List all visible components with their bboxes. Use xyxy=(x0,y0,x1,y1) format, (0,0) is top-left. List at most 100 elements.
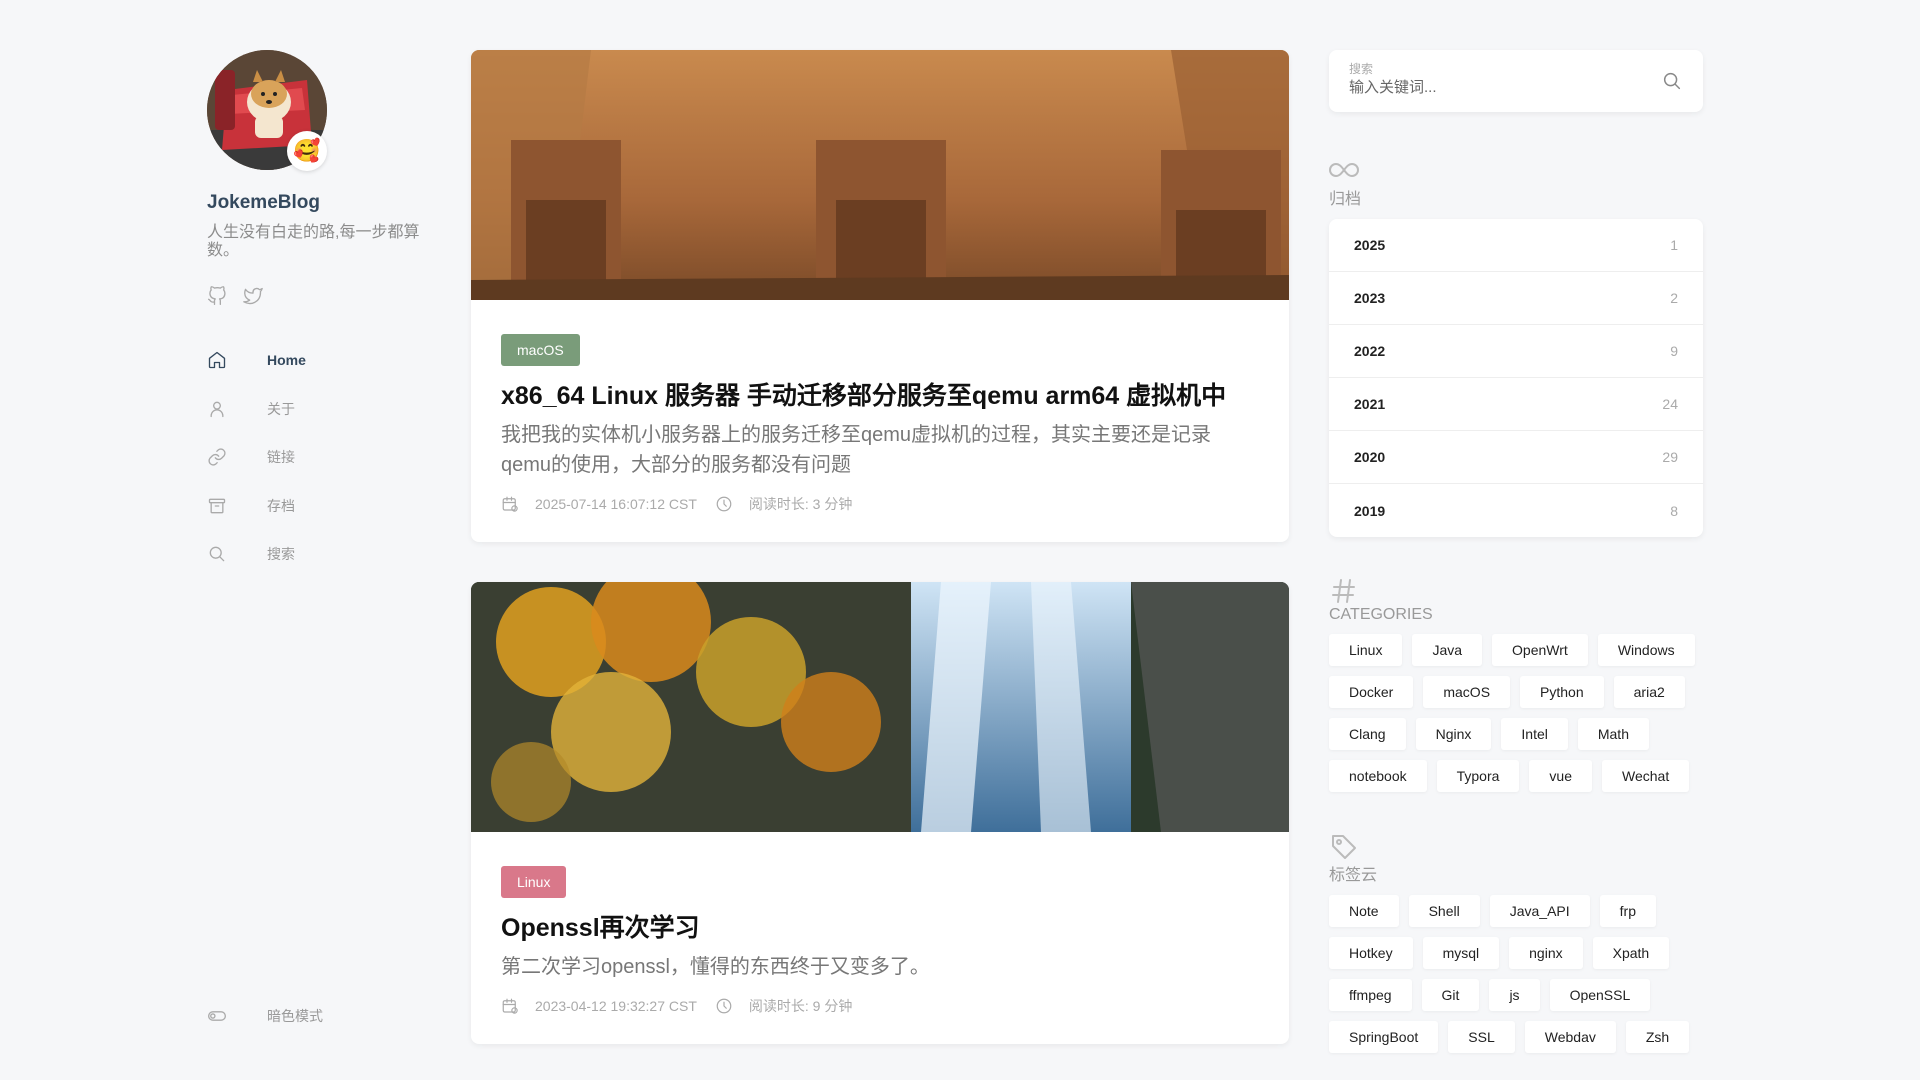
dark-mode-label: 暗色模式 xyxy=(267,1008,323,1024)
archives-title: 归档 xyxy=(1329,191,1362,208)
search-label: 搜索 xyxy=(1349,62,1374,76)
archives-header: 归档 xyxy=(1329,156,1703,209)
post-cover-image[interactable] xyxy=(471,50,1289,300)
category-chip[interactable]: vue xyxy=(1529,760,1592,792)
archive-list: 2025 1 2023 2 2022 9 2021 24 2020 29 2019 8 xyxy=(1329,219,1703,537)
categories-header: CATEGORIES xyxy=(1329,577,1703,624)
clock-icon xyxy=(716,998,732,1014)
tag-cloud-list: Note Shell Java_API frp Hotkey mysql ngi… xyxy=(1329,895,1709,1053)
category-chip[interactable]: macOS xyxy=(1423,676,1511,708)
dark-mode-toggle[interactable]: 暗色模式 xyxy=(207,1006,323,1026)
post-body: macOS x86_64 Linux 服务器 手动迁移部分服务至qemu arm… xyxy=(471,300,1289,542)
category-chip[interactable]: notebook xyxy=(1329,760,1427,792)
search-icon[interactable] xyxy=(1661,70,1683,92)
emoji-badge[interactable]: 🥰 xyxy=(287,131,327,171)
archive-item[interactable]: 2022 9 xyxy=(1329,325,1703,378)
calendar-icon xyxy=(502,496,518,512)
face-emoji-icon: 🥰 xyxy=(293,138,321,163)
right-sidebar: 搜索 归档 2025 1 2023 2 2022 9 2021 24 2020 29 20… xyxy=(1329,50,1703,1053)
tag-chip[interactable]: SSL xyxy=(1448,1021,1515,1053)
link-icon xyxy=(208,448,226,466)
nav-item-search[interactable]: 搜索 xyxy=(207,530,427,579)
archive-year: 2021 xyxy=(1354,396,1386,412)
nav-label: 链接 xyxy=(267,449,295,466)
archive-year: 2020 xyxy=(1354,449,1386,465)
category-chip[interactable]: Typora xyxy=(1436,760,1520,792)
archive-item[interactable]: 2020 29 xyxy=(1329,431,1703,484)
archive-count: 2 xyxy=(1670,290,1678,306)
tag-chip[interactable]: Zsh xyxy=(1625,1021,1690,1053)
archive-item[interactable]: 2019 8 xyxy=(1329,484,1703,537)
post-category-badge[interactable]: Linux xyxy=(501,866,567,898)
category-chip[interactable]: Linux xyxy=(1329,634,1403,666)
tag-chip[interactable]: Shell xyxy=(1408,895,1480,927)
nav-item-archive[interactable]: 存档 xyxy=(207,482,427,531)
user-icon xyxy=(210,401,224,417)
post-read-time: 阅读时长: 9 分钟 xyxy=(748,998,853,1014)
post-category-badge[interactable]: macOS xyxy=(501,334,580,366)
category-chip[interactable]: Python xyxy=(1520,676,1604,708)
tag-chip[interactable]: Git xyxy=(1421,979,1480,1011)
tag-chip[interactable]: ffmpeg xyxy=(1329,979,1412,1011)
category-chip[interactable]: Java xyxy=(1412,634,1483,666)
archive-year: 2025 xyxy=(1354,237,1386,253)
archive-item[interactable]: 2025 1 xyxy=(1329,219,1703,272)
category-chip[interactable]: Wechat xyxy=(1602,760,1690,792)
nav-label: Home xyxy=(267,352,306,369)
toggle-icon xyxy=(208,1011,226,1021)
search-widget[interactable]: 搜索 xyxy=(1329,50,1703,112)
nav-item-links[interactable]: 链接 xyxy=(207,433,427,482)
post-title[interactable]: x86_64 Linux 服务器 手动迁移部分服务至qemu arm64 虚拟机… xyxy=(501,380,1259,412)
post-date: 2025-07-14 16:07:12 CST xyxy=(535,496,697,512)
search-icon xyxy=(209,546,225,562)
category-chip[interactable]: Nginx xyxy=(1415,718,1492,750)
infinity-icon xyxy=(1329,162,1359,178)
nav-item-home[interactable]: Home xyxy=(207,336,427,385)
main-nav: Home 关于 链接 存档 搜索 xyxy=(207,336,427,579)
categories-title: CATEGORIES xyxy=(1329,606,1433,623)
tag-chip[interactable]: SpringBoot xyxy=(1329,1021,1439,1053)
github-icon[interactable] xyxy=(207,286,227,306)
category-chip[interactable]: Docker xyxy=(1329,676,1414,708)
post-list: macOS x86_64 Linux 服务器 手动迁移部分服务至qemu arm… xyxy=(471,50,1289,1080)
category-chip[interactable]: Math xyxy=(1577,718,1649,750)
category-chip[interactable]: OpenWrt xyxy=(1492,634,1588,666)
archive-year: 2022 xyxy=(1354,343,1386,359)
post-card: macOS x86_64 Linux 服务器 手动迁移部分服务至qemu arm… xyxy=(471,50,1289,542)
search-input[interactable] xyxy=(1349,79,1649,96)
tag-chip[interactable]: Note xyxy=(1329,895,1399,927)
category-chip[interactable]: Clang xyxy=(1329,718,1406,750)
post-meta: 2023-04-12 19:32:27 CST 阅读时长: 9 分钟 xyxy=(501,996,1259,1016)
avatar-wrap: 🥰 xyxy=(207,50,327,171)
tag-cloud-header: 标签云 xyxy=(1329,832,1703,885)
post-cover-image[interactable] xyxy=(471,582,1289,832)
tag-chip[interactable]: nginx xyxy=(1509,937,1583,969)
nav-item-about[interactable]: 关于 xyxy=(207,385,427,434)
calendar-icon xyxy=(502,998,518,1014)
twitter-icon[interactable] xyxy=(243,286,263,306)
archive-year: 2019 xyxy=(1354,502,1386,519)
tag-chip[interactable]: Java_API xyxy=(1489,895,1590,927)
archive-item[interactable]: 2021 24 xyxy=(1329,378,1703,431)
archive-count: 29 xyxy=(1662,449,1678,465)
tag-chip[interactable]: Xpath xyxy=(1592,937,1670,969)
post-read-time: 阅读时长: 3 分钟 xyxy=(748,496,853,512)
tag-chip[interactable]: Hotkey xyxy=(1329,937,1413,969)
post-card: Linux Openssl再次学习 第二次学习openssl，懂得的东西终于又变… xyxy=(471,582,1289,1044)
tag-chip[interactable]: Webdav xyxy=(1524,1021,1616,1053)
category-chip[interactable]: aria2 xyxy=(1613,676,1685,708)
tag-chip[interactable]: frp xyxy=(1599,895,1656,927)
archive-count: 8 xyxy=(1670,502,1678,519)
tag-chip[interactable]: js xyxy=(1489,979,1540,1011)
archive-count: 1 xyxy=(1670,237,1678,253)
post-title[interactable]: Openssl再次学习 xyxy=(501,912,1259,944)
tag-chip[interactable]: OpenSSL xyxy=(1549,979,1651,1011)
nav-label: 搜索 xyxy=(267,546,295,563)
site-name[interactable]: JokemeBlog xyxy=(207,192,427,214)
tag-chip[interactable]: mysql xyxy=(1422,937,1500,969)
category-chip[interactable]: Intel xyxy=(1501,718,1568,750)
category-chip[interactable]: Windows xyxy=(1597,634,1695,666)
hash-icon xyxy=(1332,579,1355,603)
archive-item[interactable]: 2023 2 xyxy=(1329,272,1703,325)
archive-count: 24 xyxy=(1662,396,1678,412)
